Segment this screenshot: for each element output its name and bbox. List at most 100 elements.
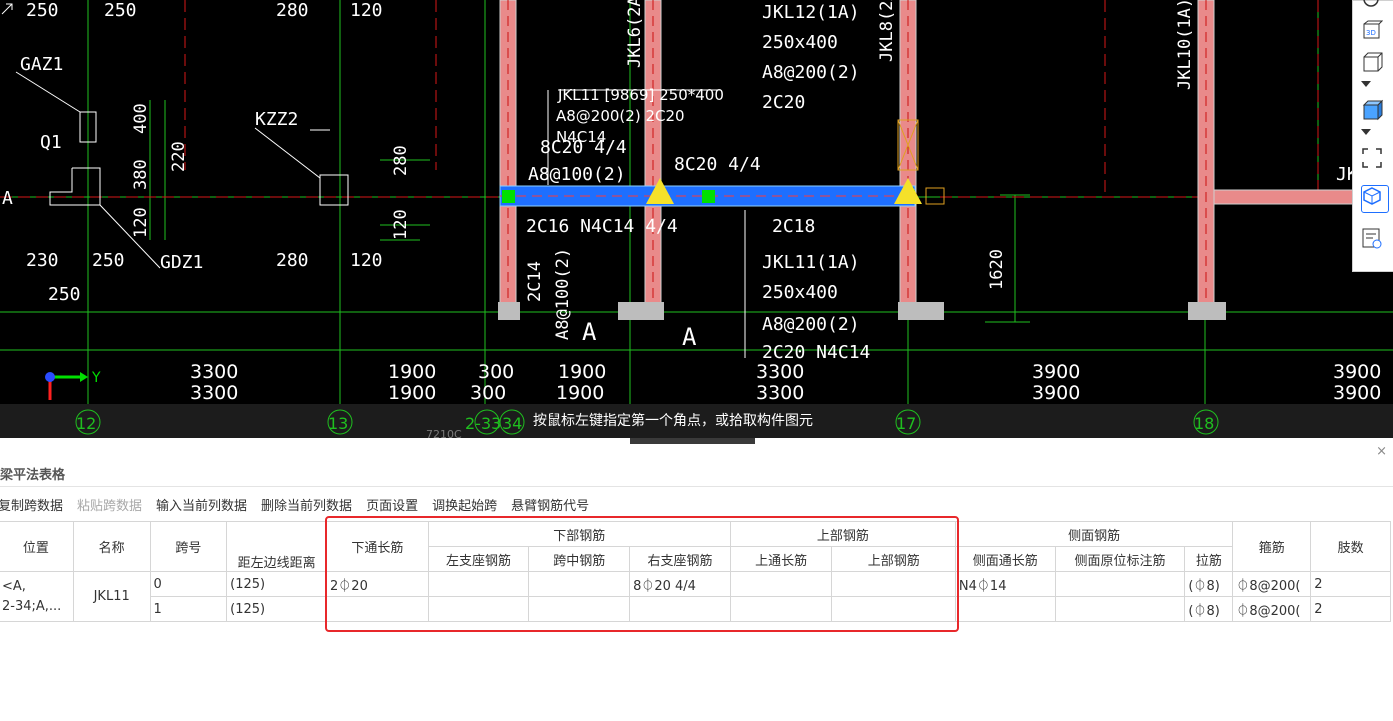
cell-legs[interactable]: 2 — [1310, 571, 1391, 597]
close-icon[interactable]: × — [1376, 444, 1387, 459]
cell-bottom-through[interactable] — [326, 596, 429, 622]
svg-text:A: A — [582, 318, 597, 346]
svg-text:250x400: 250x400 — [762, 282, 838, 303]
cell-span[interactable]: 1 — [149, 596, 228, 622]
cell-mid-span[interactable] — [528, 571, 631, 597]
header-side-group: 侧面钢筋 — [954, 521, 1234, 547]
cell-tie[interactable]: (⏀8) — [1184, 596, 1234, 622]
cell-side-through[interactable]: N4⏀14 — [954, 571, 1056, 597]
cell-left-seat[interactable] — [427, 571, 530, 597]
box-view-icon[interactable] — [1361, 51, 1387, 77]
cell-top-through[interactable] — [729, 596, 833, 622]
cell-hoop[interactable]: ⏀8@200( — [1232, 571, 1312, 597]
cell-dist[interactable]: (125) — [226, 571, 328, 597]
solid-box-icon[interactable] — [1361, 99, 1387, 125]
cell-left-seat[interactable] — [427, 596, 530, 622]
svg-text:120: 120 — [131, 207, 151, 238]
input-column-data-button[interactable]: 输入当前列数据 — [156, 495, 247, 515]
divider — [0, 486, 1393, 487]
svg-text:300: 300 — [470, 382, 506, 404]
cell-side-through[interactable] — [954, 596, 1056, 622]
svg-text:1620: 1620 — [987, 249, 1007, 290]
header-left-seat[interactable]: 左支座钢筋 — [427, 546, 530, 572]
svg-text:1900: 1900 — [556, 382, 604, 404]
header-span-no[interactable]: 跨号 — [149, 521, 228, 572]
svg-text:220: 220 — [169, 141, 189, 172]
properties-list-icon[interactable] — [1361, 227, 1387, 253]
header-legs[interactable]: 肢数 — [1310, 521, 1391, 572]
swap-start-span-button[interactable]: 调换起始跨 — [432, 495, 497, 515]
axis-12: 12 — [76, 414, 96, 433]
column-pedestals — [498, 302, 1226, 320]
svg-text:Y: Y — [91, 370, 101, 386]
cell-top-rebar[interactable] — [831, 571, 956, 597]
header-hoop[interactable]: 箍筋 — [1232, 521, 1312, 572]
svg-text:400: 400 — [131, 103, 151, 134]
beam-table-panel: × 梁平法表格 复制跨数据 粘贴跨数据 输入当前列数据 删除当前列数据 页面设置… — [0, 444, 1393, 721]
table-row: <A, 2-34;A,... JKL11 0 (125) 2⏀20 8⏀20 4… — [0, 571, 1391, 622]
copy-span-data-button[interactable]: 复制跨数据 — [0, 495, 63, 515]
cell-right-seat[interactable] — [629, 596, 731, 622]
cell-tie[interactable]: (⏀8) — [1184, 571, 1234, 597]
svg-text:120: 120 — [391, 209, 411, 240]
cell-right-seat[interactable]: 8⏀20 4/4 — [629, 571, 731, 597]
cantilever-code-button[interactable]: 悬臂钢筋代号 — [511, 495, 589, 515]
cell-side-orig[interactable] — [1054, 596, 1186, 622]
chevron-down-icon[interactable] — [1361, 129, 1387, 139]
svg-text:A8@200(2) 2C20: A8@200(2) 2C20 — [556, 107, 685, 125]
chevron-down-icon[interactable] — [1361, 81, 1387, 91]
cell-mid-span[interactable] — [528, 596, 631, 622]
fullscreen-icon[interactable] — [1361, 147, 1387, 173]
label-gaz1: GAZ1 — [20, 54, 63, 75]
cell-hoop[interactable]: ⏀8@200( — [1232, 596, 1312, 622]
dim: 120 — [350, 0, 383, 21]
header-dist[interactable]: 距左边线距离 — [226, 521, 328, 572]
header-position[interactable]: 位置 — [0, 521, 74, 572]
grip-mid[interactable] — [702, 190, 715, 203]
grip-start[interactable] — [502, 190, 515, 203]
cell-top-rebar[interactable] — [831, 596, 956, 622]
header-row: 位置 名称 跨号 距左边线距离 下通长筋 下部钢筋 上部钢筋 侧面钢筋 箍筋 肢… — [0, 521, 1391, 572]
svg-text:JKL10(1A): JKL10(1A) — [1175, 0, 1195, 90]
cad-drawing-canvas[interactable]: GAZ1 Q1 KZZ2 GDZ1 250 250 280 120 230 25… — [0, 0, 1393, 438]
cell-side-orig[interactable] — [1054, 571, 1186, 597]
3d-view-icon[interactable]: 3D — [1361, 19, 1387, 45]
svg-text:JKL11(1A): JKL11(1A) — [762, 252, 860, 273]
svg-text:2C20 N4C14: 2C20 N4C14 — [762, 342, 870, 363]
cell-bottom-through[interactable]: 2⏀20 — [326, 571, 429, 597]
cell-position[interactable]: <A, 2-34;A,... — [0, 571, 74, 622]
view-cube-icon[interactable] — [1361, 185, 1389, 213]
axis-13: 13 — [328, 414, 348, 433]
header-top-rebar[interactable]: 上部钢筋 — [831, 546, 956, 572]
header-side-orig[interactable]: 侧面原位标注筋 — [1054, 546, 1186, 572]
dim: 250 — [26, 0, 59, 21]
header-tie[interactable]: 拉筋 — [1184, 546, 1234, 572]
header-mid-span[interactable]: 跨中钢筋 — [528, 546, 631, 572]
header-top-group: 上部钢筋 — [729, 521, 956, 547]
cell-name[interactable]: JKL11 — [72, 571, 151, 622]
paste-span-data-button[interactable]: 粘贴跨数据 — [77, 495, 142, 515]
cell-legs[interactable]: 2 — [1310, 596, 1391, 622]
header-right-seat[interactable]: 右支座钢筋 — [629, 546, 731, 572]
header-side-through[interactable]: 侧面通长筋 — [954, 546, 1056, 572]
dim: 250 — [104, 0, 137, 21]
svg-text:3900: 3900 — [1032, 361, 1080, 383]
cell-dist[interactable]: (125) — [226, 596, 328, 622]
dim: 250 — [48, 284, 81, 305]
page-setup-button[interactable]: 页面设置 — [366, 495, 418, 515]
svg-text:3300: 3300 — [190, 361, 238, 383]
svg-text:280: 280 — [391, 145, 411, 176]
cell-span[interactable]: 0 — [149, 571, 228, 597]
header-name[interactable]: 名称 — [72, 521, 151, 572]
cursor-arrow-icon — [1, 3, 13, 15]
cell-top-through[interactable] — [729, 571, 833, 597]
cad-drawing[interactable]: GAZ1 Q1 KZZ2 GDZ1 250 250 280 120 230 25… — [0, 0, 1393, 438]
svg-text:300: 300 — [478, 361, 514, 383]
header-bottom-through[interactable]: 下通长筋 — [326, 521, 429, 572]
svg-text:3900: 3900 — [1032, 382, 1080, 404]
dynamic-observe-icon[interactable] — [1361, 0, 1387, 15]
delete-column-data-button[interactable]: 删除当前列数据 — [261, 495, 352, 515]
header-top-through[interactable]: 上通长筋 — [729, 546, 833, 572]
svg-text:3300: 3300 — [756, 382, 804, 404]
svg-text:3D: 3D — [1366, 29, 1376, 37]
